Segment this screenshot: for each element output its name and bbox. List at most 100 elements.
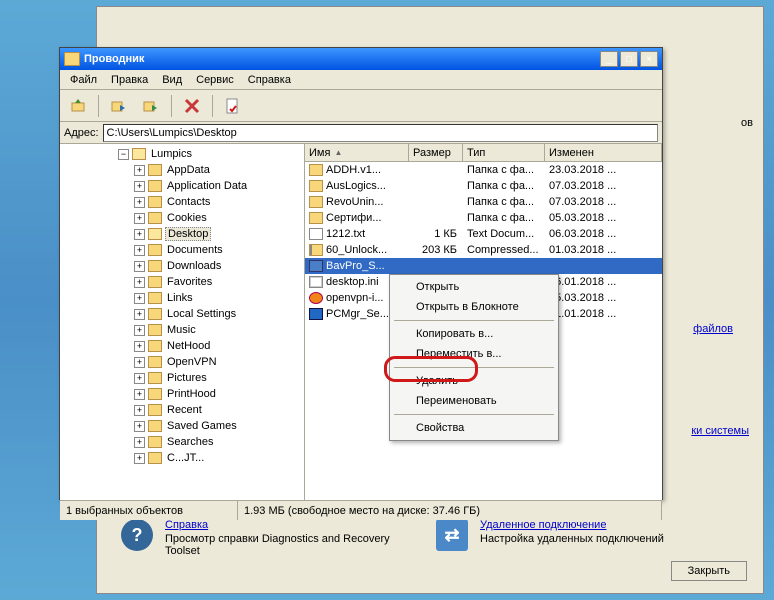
tree-item[interactable]: + Downloads [62,258,302,274]
ctx-move-to[interactable]: Переместить в... [392,344,556,364]
tree-item[interactable]: + OpenVPN [62,354,302,370]
tree-item[interactable]: + Recent [62,402,302,418]
tree-label[interactable]: NetHood [165,340,212,352]
ctx-open[interactable]: Открыть [392,277,556,297]
expand-icon[interactable]: + [134,229,145,240]
copy-to-button[interactable] [105,93,133,119]
files-link[interactable]: файлов [693,323,733,335]
file-row[interactable]: BavPro_S... [305,258,662,274]
tree-item[interactable]: + Cookies [62,210,302,226]
expand-icon[interactable]: + [134,357,145,368]
tree-label[interactable]: Links [165,292,195,304]
tree-item[interactable]: + Pictures [62,370,302,386]
ctx-copy-to[interactable]: Копировать в... [392,324,556,344]
expand-icon[interactable]: + [134,293,145,304]
expand-icon[interactable]: + [134,181,145,192]
minimize-button[interactable]: _ [600,51,618,67]
tree-label[interactable]: Pictures [165,372,209,384]
expand-icon[interactable]: + [134,277,145,288]
tree-item[interactable]: + AppData [62,162,302,178]
tree-item[interactable]: + Application Data [62,178,302,194]
expand-icon[interactable]: + [134,309,145,320]
menu-help[interactable]: Справка [242,72,297,88]
tree-label[interactable]: PrintHood [165,388,218,400]
menu-tools[interactable]: Сервис [190,72,240,88]
tree-label[interactable]: Local Settings [165,308,238,320]
column-name[interactable]: Имя▲ [305,144,409,161]
file-row[interactable]: AusLogics...Папка с фа...07.03.2018 ... [305,178,662,194]
expand-icon[interactable]: + [134,245,145,256]
move-to-button[interactable] [137,93,165,119]
file-row[interactable]: 1212.txt1 КБText Docum...06.03.2018 ... [305,226,662,242]
tree-label[interactable]: C...JT... [165,452,206,464]
expand-icon[interactable]: + [134,389,145,400]
close-button[interactable]: Закрыть [671,561,747,581]
tree-label[interactable]: Saved Games [165,420,239,432]
tree-label[interactable]: Searches [165,436,215,448]
expand-icon[interactable]: + [134,405,145,416]
up-button[interactable] [64,93,92,119]
tree-item[interactable]: + Documents [62,242,302,258]
separator [171,95,172,117]
remote-title[interactable]: Удаленное подключение [480,519,739,531]
menu-view[interactable]: Вид [156,72,188,88]
tree-label[interactable]: Documents [165,244,225,256]
expand-icon[interactable]: + [134,261,145,272]
titlebar[interactable]: Проводник _ □ × [60,48,662,70]
file-row[interactable]: 60_Unlock...203 КБCompressed...01.03.201… [305,242,662,258]
expand-icon[interactable]: + [134,421,145,432]
tree-item[interactable]: + Local Settings [62,306,302,322]
tree-label[interactable]: Music [165,324,198,336]
tree-item[interactable]: + Desktop [62,226,302,242]
expand-icon[interactable]: + [134,325,145,336]
tree-item[interactable]: + Searches [62,434,302,450]
menu-edit[interactable]: Правка [105,72,154,88]
ctx-delete[interactable]: Удалить [392,371,556,391]
tree-root[interactable]: − Lumpics [62,146,302,162]
system-link[interactable]: ки системы [691,425,749,437]
delete-button[interactable] [178,93,206,119]
file-row[interactable]: ADDH.v1...Папка с фа...23.03.2018 ... [305,162,662,178]
expand-icon[interactable]: + [134,437,145,448]
tree-label[interactable]: Contacts [165,196,212,208]
tree-item[interactable]: + Music [62,322,302,338]
tree-item[interactable]: + Saved Games [62,418,302,434]
tree-item[interactable]: + C...JT... [62,450,302,466]
column-size[interactable]: Размер [409,144,463,161]
file-row[interactable]: RevoUnin...Папка с фа...07.03.2018 ... [305,194,662,210]
help-title[interactable]: Справка [165,519,424,531]
tree-label[interactable]: AppData [165,164,212,176]
properties-button[interactable] [219,93,247,119]
tree-item[interactable]: + Favorites [62,274,302,290]
expand-icon[interactable]: + [134,373,145,384]
maximize-button[interactable]: □ [620,51,638,67]
tree-label[interactable]: Cookies [165,212,209,224]
tree-item[interactable]: + Links [62,290,302,306]
column-type[interactable]: Тип [463,144,545,161]
tree-label[interactable]: OpenVPN [165,356,219,368]
column-date[interactable]: Изменен [545,144,662,161]
folder-tree[interactable]: − Lumpics + AppData + Application Data + Cont… [60,144,305,500]
menu-file[interactable]: Файл [64,72,103,88]
ctx-open-notepad[interactable]: Открыть в Блокноте [392,297,556,317]
expand-icon[interactable]: + [134,341,145,352]
tree-label[interactable]: Desktop [165,227,211,241]
tree-label[interactable]: Downloads [165,260,223,272]
close-window-button[interactable]: × [640,51,658,67]
address-input[interactable] [103,124,658,142]
collapse-icon[interactable]: − [118,149,129,160]
expand-icon[interactable]: + [134,213,145,224]
tree-item[interactable]: + Contacts [62,194,302,210]
expand-icon[interactable]: + [134,453,145,464]
expand-icon[interactable]: + [134,197,145,208]
ctx-rename[interactable]: Переименовать [392,391,556,411]
tree-label[interactable]: Favorites [165,276,214,288]
tree-label[interactable]: Application Data [165,180,249,192]
tree-label[interactable]: Recent [165,404,204,416]
expand-icon[interactable]: + [134,165,145,176]
file-row[interactable]: Сертифи...Папка с фа...05.03.2018 ... [305,210,662,226]
tree-label[interactable]: Lumpics [149,148,194,160]
ctx-properties[interactable]: Свойства [392,418,556,438]
tree-item[interactable]: + PrintHood [62,386,302,402]
tree-item[interactable]: + NetHood [62,338,302,354]
